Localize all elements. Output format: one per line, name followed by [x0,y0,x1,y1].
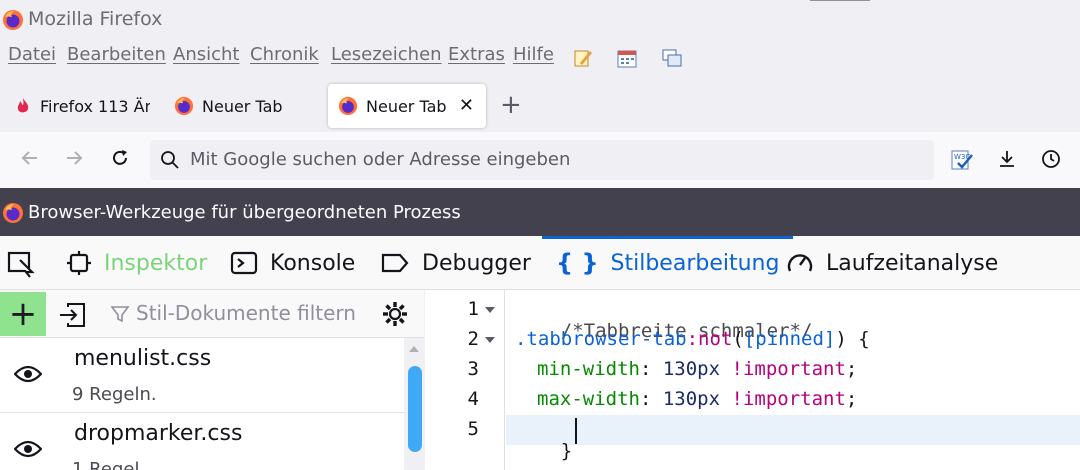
line-number: 4 [467,388,479,410]
stylesheet-name: dropmarker.css [74,421,243,446]
performance-gauge-icon [786,250,814,276]
stylesheet-rule-count: 9 Regeln. [72,384,157,405]
add-stylesheet-button[interactable]: + [0,292,46,336]
editor-gutter: 1 2 3 4 5 [425,290,505,470]
line-number: 2 [467,328,479,350]
menu-datei[interactable]: Datei [8,44,56,65]
tab-new-1[interactable]: Neuer Tab [168,84,308,128]
tab-debugger[interactable]: Debugger [380,236,531,290]
menu-bearbeiten[interactable]: Bearbeiten [67,44,166,65]
tab-konsole[interactable]: Konsole [230,236,355,290]
tab-close-icon[interactable]: ✕ [459,95,474,116]
line-number: 5 [467,418,479,440]
stylesheet-item-menulist[interactable]: menulist.css 9 Regeln. [0,338,404,412]
url-placeholder: Mit Google suchen oder Adresse eingeben [190,149,571,170]
code-line-4: max-width: 130px !important; [537,388,858,410]
eye-icon[interactable] [13,439,43,463]
firefox-logo-icon [2,202,24,228]
new-tab-button[interactable]: + [500,92,522,118]
console-icon [230,250,258,276]
filter-input[interactable]: Stil-Dokumente filtern [136,301,356,325]
fold-arrow-icon[interactable] [485,307,495,313]
scroll-up-arrow-icon[interactable] [409,346,419,352]
menu-hilfe[interactable]: Hilfe [513,44,554,65]
code-line-2: .tabbrowser-tab:not([pinned]) { [515,328,870,350]
debugger-icon [380,250,410,276]
calendar-icon[interactable] [616,47,638,69]
menu-ansicht[interactable]: Ansicht [173,44,239,65]
stylesheet-rule-count: 1 Regel. [72,459,146,470]
element-picker-button[interactable] [6,236,36,290]
stylesheet-sidebar: + Stil-Dokumente filtern menulist.css 9 … [0,290,424,470]
tab-laufzeitanalyse[interactable]: Laufzeitanalyse [786,236,998,290]
stylesheet-item-dropmarker[interactable]: dropmarker.css 1 Regel. [0,412,404,470]
css-editor[interactable]: 1 2 3 4 5 /*Tabbreite schmaler*/ .tabbro… [425,290,1080,470]
gear-icon[interactable] [380,299,410,333]
text-cursor [575,418,577,444]
filter-icon [110,304,130,328]
window-title: Mozilla Firefox [28,8,163,30]
history-clock-icon[interactable] [1040,148,1062,174]
inspector-icon [66,250,92,276]
notepad-icon[interactable] [572,47,594,69]
selected-tab-indicator [542,236,794,239]
eye-icon[interactable] [13,364,43,388]
tab-stilbearbeitung[interactable]: { } Stilbearbeitung [542,236,794,290]
stylesheet-name: menulist.css [74,346,212,371]
search-icon [160,150,180,174]
titlebar-divider [810,0,870,1]
devtools-header: Browser-Werkzeuge für übergeordneten Pro… [0,188,1080,236]
reload-icon[interactable] [110,148,130,173]
line-number: 3 [467,358,479,380]
line-number: 1 [467,298,479,320]
forward-arrow-icon[interactable] [64,148,84,173]
tab-strip: Firefox 113 Än Neuer Tab Neuer Tab ✕ + [0,80,1080,132]
tab-new-active[interactable]: Neuer Tab ✕ [328,84,486,128]
devtools-toolbar: Inspektor Konsole Debugger { } Stilbearb… [0,236,1080,290]
window-titlebar: Mozilla Firefox [0,0,1080,40]
sidebar-scrollbar[interactable] [404,338,424,470]
sidebar-toolbar: + Stil-Dokumente filtern [0,290,424,338]
code-line-5: } [560,440,573,462]
braces-icon: { } [556,249,599,277]
import-stylesheet-icon[interactable] [58,301,88,333]
tab-inspektor[interactable]: Inspektor [66,236,207,290]
back-arrow-icon[interactable] [20,148,40,173]
firefox-logo-icon [2,9,24,35]
menu-extras[interactable]: Extras [448,44,505,65]
firefox-icon [174,96,194,116]
download-icon[interactable] [996,148,1018,174]
nav-bar: Mit Google suchen oder Adresse eingeben … [0,132,1080,188]
menu-lesezeichen[interactable]: Lesezeichen [331,44,442,65]
firefox-icon [338,96,358,116]
active-line-highlight [506,415,1080,445]
fold-arrow-icon[interactable] [485,337,495,343]
devtools-title: Browser-Werkzeuge für übergeordneten Pro… [28,202,461,223]
windows-icon[interactable] [661,47,683,69]
menu-chronik[interactable]: Chronik [250,44,319,65]
menu-bar: Datei Bearbeiten Ansicht Chronik Lesezei… [0,40,1080,74]
tab-firefox-113[interactable]: Firefox 113 Än [10,84,150,128]
fire-icon [14,97,32,115]
url-bar[interactable]: Mit Google suchen oder Adresse eingeben [150,140,934,180]
code-line-3: min-width: 130px !important; [537,358,858,380]
w3c-validator-icon[interactable]: W3C [950,148,974,176]
scrollbar-thumb[interactable] [408,366,422,452]
